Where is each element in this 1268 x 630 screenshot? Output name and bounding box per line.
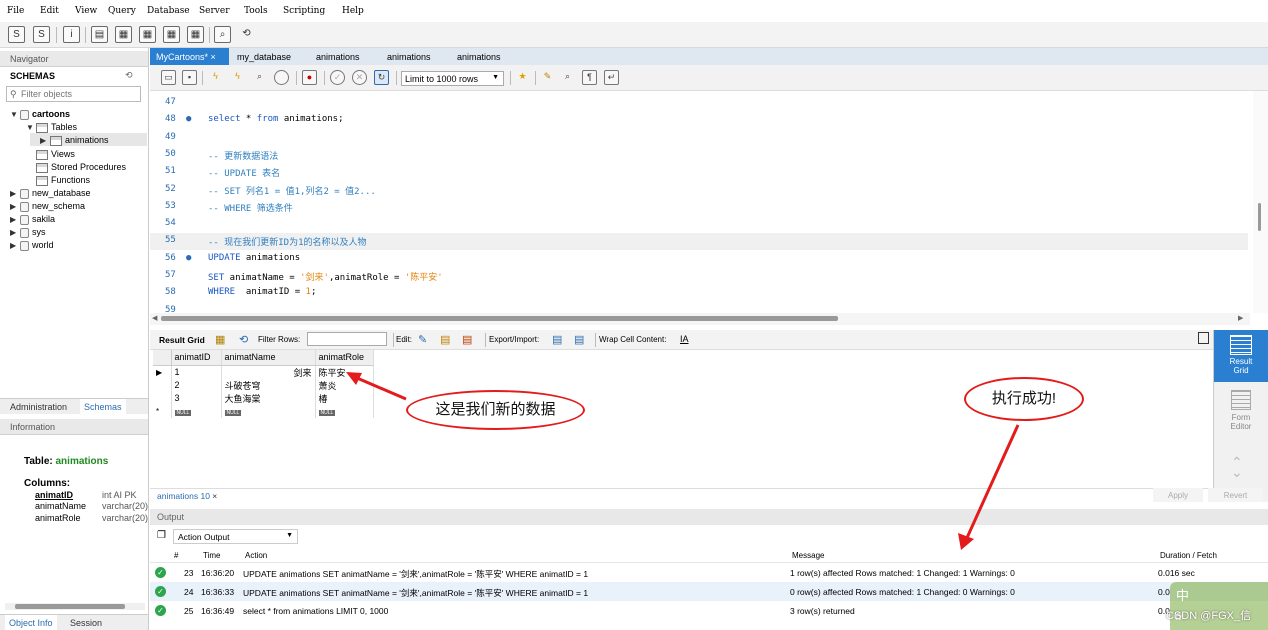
- annotation-arrows: [346, 372, 1020, 550]
- watermark: CSDN @FGX_信: [1166, 610, 1252, 622]
- annotation-new-data: 这是我们新的数据: [406, 390, 585, 430]
- annotation-arrow-success: [964, 424, 1020, 541]
- annotation-success: 执行成功!: [964, 377, 1084, 421]
- ime-char: 中: [1176, 588, 1190, 603]
